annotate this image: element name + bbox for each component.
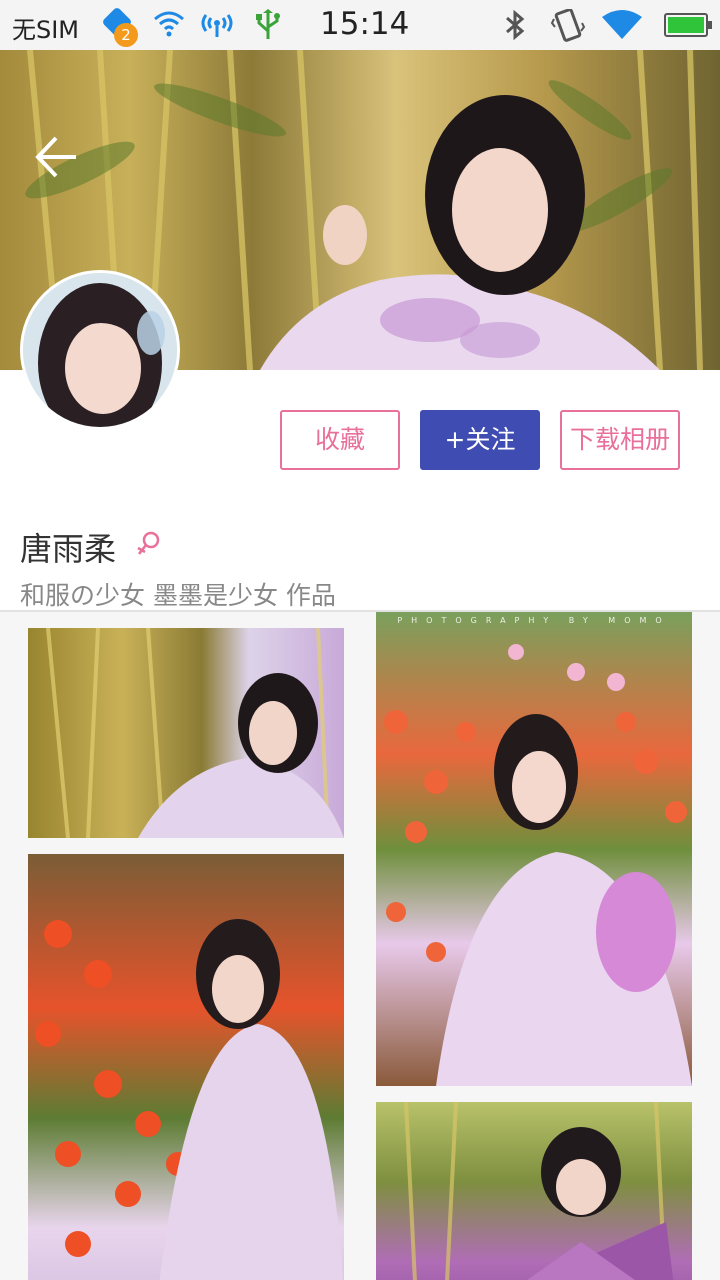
avatar[interactable] [20, 270, 180, 430]
status-bar: 无SIM 2 15:14 [0, 0, 720, 50]
vibrate-icon [550, 9, 586, 42]
follow-button[interactable]: +关注 [420, 410, 540, 470]
photo-gallery: PHOTOGRAPHY BY MOMO [0, 612, 720, 1280]
album-subtitle: 和服の少女 墨墨是少女 作品 [20, 581, 336, 610]
gallery-photo-image [404, 1102, 674, 1280]
gallery-photo-image [46, 628, 344, 838]
gallery-photo[interactable] [376, 1102, 692, 1280]
model-name: 唐雨柔 [20, 530, 117, 568]
battery-icon [664, 13, 712, 37]
bluetooth-icon [506, 9, 525, 41]
wifi-signal-icon [602, 10, 642, 39]
gallery-photo-image [384, 644, 692, 1086]
avatar-image [23, 273, 177, 427]
wifi-tether-icon [201, 14, 233, 37]
clock: 15:14 [320, 6, 410, 42]
back-arrow-icon[interactable] [30, 130, 84, 184]
battery-fill [668, 17, 704, 33]
collect-button[interactable]: 收藏 [280, 410, 400, 470]
app-notification-icon: 2 [101, 6, 138, 47]
notification-count: 2 [114, 23, 138, 47]
gallery-photo[interactable] [28, 628, 344, 838]
gallery-photo[interactable]: PHOTOGRAPHY BY MOMO [376, 612, 692, 1086]
download-album-button[interactable]: 下载相册 [560, 410, 680, 470]
usb-icon [256, 9, 280, 39]
wifi-icon [154, 11, 184, 37]
carrier-label: 无SIM [12, 16, 80, 44]
gallery-photo-image [35, 919, 344, 1280]
female-icon [137, 531, 160, 555]
photo-credit: PHOTOGRAPHY BY MOMO [397, 616, 671, 625]
gallery-photo[interactable] [28, 854, 344, 1280]
